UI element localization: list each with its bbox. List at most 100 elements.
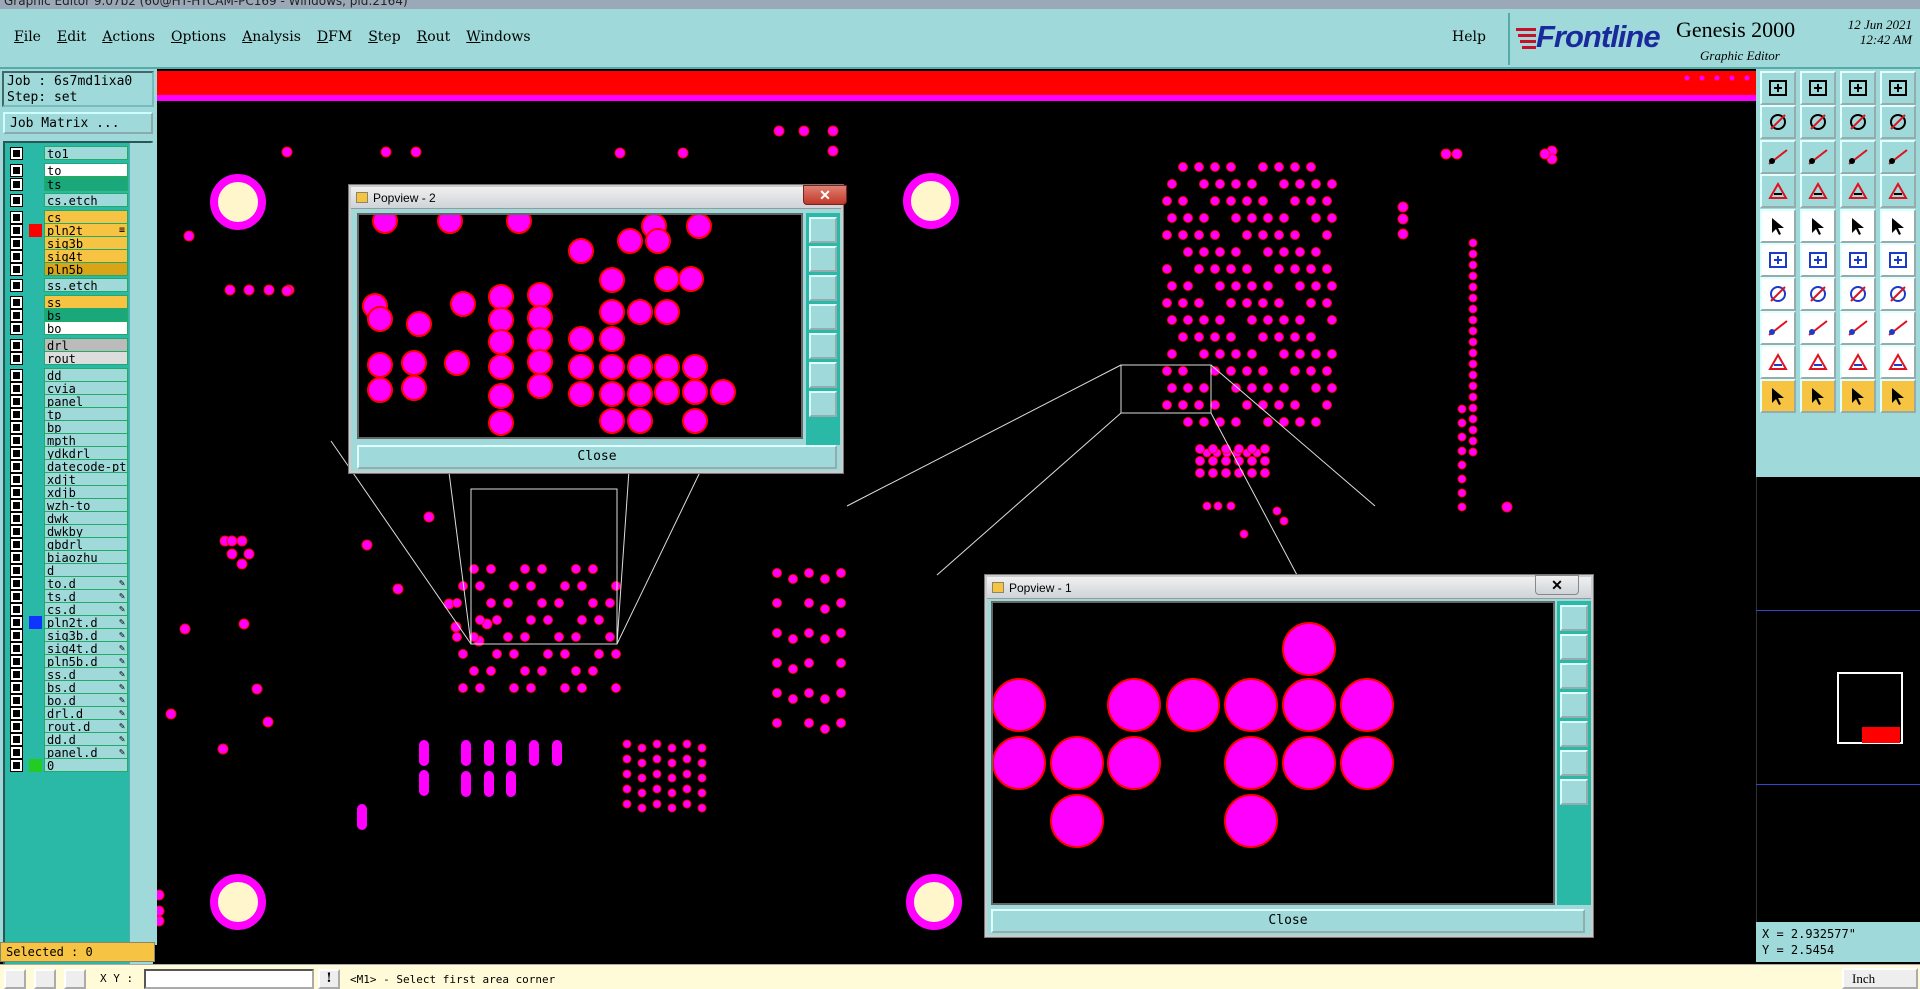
layer-row[interactable]: bp	[7, 420, 128, 434]
snap-tool-button[interactable]	[1880, 105, 1916, 139]
popview-1-tool-button[interactable]	[1560, 605, 1588, 631]
layer-name[interactable]: ydkdrl	[44, 446, 128, 460]
layer-name[interactable]: xdjt	[44, 472, 128, 486]
menu-file[interactable]: File	[6, 29, 49, 45]
layer-checkbox[interactable]	[10, 322, 23, 335]
popview-1-tool-button[interactable]	[1560, 692, 1588, 718]
layer-checkbox[interactable]	[10, 309, 23, 322]
view-split-tool-button[interactable]	[1880, 71, 1916, 105]
layer-row[interactable]: panel	[7, 394, 128, 408]
popview-1-titlebar[interactable]: Popview - 1	[987, 577, 1591, 599]
popview-1-tool-button[interactable]	[1560, 750, 1588, 776]
layer-checkbox[interactable]	[10, 147, 23, 160]
layer-checkbox[interactable]	[10, 473, 23, 486]
line-angle-tool-button[interactable]	[1760, 277, 1796, 311]
layer-checkbox[interactable]	[10, 655, 23, 668]
layer-checkbox[interactable]	[10, 460, 23, 473]
layer-name[interactable]: pln2t ≡	[44, 223, 128, 237]
layer-row[interactable]: bs.d ✎	[7, 680, 128, 694]
layer-name[interactable]: pln5b	[44, 262, 128, 276]
layer-row[interactable]: ss	[7, 295, 128, 309]
net-tool-button[interactable]	[1760, 243, 1796, 277]
pad-fill-tool-button[interactable]	[1880, 209, 1916, 243]
layer-name[interactable]: cs	[44, 210, 128, 224]
menu-rout[interactable]: Rout	[409, 29, 459, 45]
popview-1-window[interactable]: Popview - 1 ✕ Close	[985, 575, 1593, 937]
layer-name[interactable]: drl.d ✎	[44, 706, 128, 720]
layer-name[interactable]: to.d ✎	[44, 576, 128, 590]
layer-name[interactable]: dd	[44, 368, 128, 382]
layer-checkbox[interactable]	[10, 707, 23, 720]
menu-options[interactable]: Options	[163, 29, 234, 45]
layer-row[interactable]: bo	[7, 321, 128, 335]
layer-checkbox[interactable]	[10, 250, 23, 263]
layer-checkbox[interactable]	[10, 603, 23, 616]
layer-row[interactable]: tp	[7, 407, 128, 421]
layer-row[interactable]: sig3b	[7, 236, 128, 250]
layer-checkbox[interactable]	[10, 720, 23, 733]
layer-name[interactable]: cs.etch	[44, 193, 128, 207]
layer-checkbox[interactable]	[10, 178, 23, 191]
layer-checkbox[interactable]	[10, 382, 23, 395]
layer-checkbox[interactable]	[10, 668, 23, 681]
layer-name[interactable]: dd.d ✎	[44, 732, 128, 746]
cancel-button[interactable]	[34, 969, 56, 989]
layer-row[interactable]: to1	[7, 146, 128, 160]
layer-checkbox[interactable]	[10, 616, 23, 629]
layer-checkbox[interactable]	[10, 237, 23, 250]
popview-1-close-button[interactable]: Close	[991, 909, 1585, 933]
unit-selector[interactable]: Inch	[1842, 968, 1918, 989]
layer-checkbox[interactable]	[10, 352, 23, 365]
layer-name[interactable]: bs.d ✎	[44, 680, 128, 694]
layer-name[interactable]: ss.etch	[44, 278, 128, 292]
layer-checkbox[interactable]	[10, 499, 23, 512]
job-matrix-button[interactable]: Job Matrix ...	[3, 112, 153, 134]
pointer4-tool-button[interactable]	[1880, 379, 1916, 413]
feature-tool-button[interactable]	[1880, 311, 1916, 345]
layer-row[interactable]: sig3b.d ✎	[7, 628, 128, 642]
menu-windows[interactable]: Windows	[458, 29, 538, 45]
alert-button[interactable]: !	[318, 969, 340, 989]
layer-row[interactable]: dwkby	[7, 524, 128, 538]
popview-2-canvas[interactable]	[357, 213, 803, 439]
pad-move-tool-button[interactable]	[1760, 311, 1796, 345]
layer-row[interactable]: xdjb	[7, 485, 128, 499]
layer-name[interactable]: drl	[44, 338, 128, 352]
popview-2-x-button[interactable]: ✕	[803, 185, 847, 205]
layer-name[interactable]: cvia	[44, 381, 128, 395]
layer-name[interactable]: ts.d ✎	[44, 589, 128, 603]
layer-checkbox[interactable]	[10, 733, 23, 746]
layer-row[interactable]: cs.etch	[7, 193, 128, 207]
layer-name[interactable]: gbdrl	[44, 537, 128, 551]
layer-checkbox[interactable]	[10, 447, 23, 460]
layer-checkbox[interactable]	[10, 564, 23, 577]
layer-row[interactable]: bs	[7, 308, 128, 322]
text-a-tool-button[interactable]	[1800, 345, 1836, 379]
popview-1-tool-button[interactable]	[1560, 663, 1588, 689]
layer-name[interactable]: ts	[44, 177, 128, 191]
connect-tool-button[interactable]	[1880, 243, 1916, 277]
layer-row[interactable]: rout.d ✎	[7, 719, 128, 733]
layer-row[interactable]: gbdrl	[7, 537, 128, 551]
attr-tool-button[interactable]	[1840, 311, 1876, 345]
popview-1-x-button[interactable]: ✕	[1535, 575, 1579, 595]
layer-checkbox[interactable]	[10, 421, 23, 434]
layer-row[interactable]: pln2t.d ✎	[7, 615, 128, 629]
layer-row[interactable]: pln5b.d ✎	[7, 654, 128, 668]
layer-name[interactable]: panel.d ✎	[44, 745, 128, 759]
layer-row[interactable]: to.d ✎	[7, 576, 128, 590]
layer-row[interactable]: ts.d ✎	[7, 589, 128, 603]
layer-row[interactable]: d	[7, 563, 128, 577]
layer-checkbox[interactable]	[10, 395, 23, 408]
layer-checkbox[interactable]	[10, 512, 23, 525]
popview-2-tool-button[interactable]	[809, 362, 837, 388]
measure-tool-button[interactable]	[1760, 174, 1796, 208]
layer-row[interactable]: drl.d ✎	[7, 706, 128, 720]
menu-help[interactable]: Help	[1452, 29, 1486, 45]
layer-name[interactable]: biaozhu	[44, 550, 128, 564]
layer-checkbox[interactable]	[10, 434, 23, 447]
select-pad-tool-button[interactable]	[1760, 209, 1796, 243]
pointer2-tool-button[interactable]	[1800, 379, 1836, 413]
xy-input[interactable]	[144, 969, 314, 989]
zoom-box-tool-button[interactable]	[1840, 105, 1876, 139]
